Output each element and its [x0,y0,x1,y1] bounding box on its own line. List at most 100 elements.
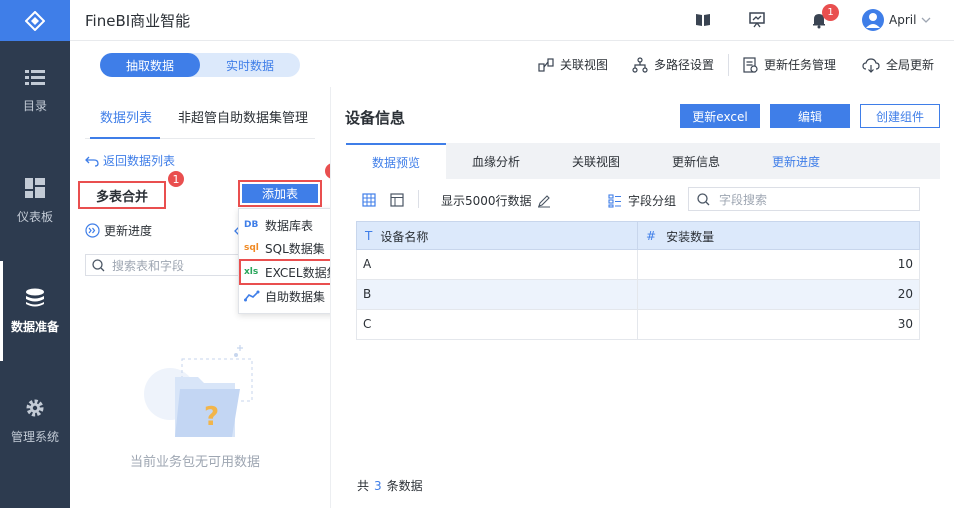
row-limit-selector[interactable]: 显示5000行数据 [441,192,551,209]
top-header: FineBI商业智能 1 April [70,0,954,41]
page-title: 设备信息 [345,109,406,127]
column-label: 安装数量 [666,229,715,244]
toolbar-divider [418,190,419,208]
create-component-button[interactable]: 创建组件 [860,104,940,128]
column-divider [637,250,638,279]
column-divider [637,280,638,309]
dataset-tabs: 数据预览 血缘分析 关联视图 更新信息 更新进度 [346,143,940,179]
footer-suffix: 条数据 [386,479,423,493]
column-divider [637,222,638,250]
mode-realtime-button[interactable]: 实时数据 [200,53,300,77]
cell-count: 30 [897,317,913,331]
database-icon [26,288,44,306]
grid-view-icon[interactable] [362,193,376,207]
list-icon [25,69,45,85]
menu-item-label: SQL数据集 [265,241,325,256]
footer-prefix: 共 [357,479,370,493]
avatar[interactable] [862,9,884,31]
sql-icon: sql [244,243,259,253]
step-marker-1: 1 [167,170,185,188]
chevron-down-icon[interactable] [920,14,932,26]
table-row[interactable]: C 30 [356,310,920,340]
edit-button[interactable]: 编辑 [770,104,850,128]
update-excel-button[interactable]: 更新excel [680,104,760,128]
nav-label: 目录 [22,98,47,113]
return-arrow-icon [85,156,99,167]
multipath-button[interactable]: 多路径设置 [632,56,714,73]
multipath-icon [632,56,648,73]
field-group-icon [608,193,621,208]
table-search-input[interactable]: 搜索表和字段 [85,254,240,276]
empty-folder-illustration: ? [144,345,253,437]
update-tasks-label: 更新任务管理 [764,58,837,72]
back-to-list-link[interactable]: 返回数据列表 [85,152,175,169]
data-mode-switch: 抽取数据 实时数据 [100,53,300,77]
field-search-placeholder: 字段搜索 [719,192,768,207]
user-name[interactable]: April [889,13,916,27]
relation-view-button[interactable]: 关联视图 [538,56,608,73]
nav-label: 管理系统 [10,429,59,444]
mode-extract-button[interactable]: 抽取数据 [100,53,200,77]
update-progress-label: 更新进度 [104,224,153,238]
field-group-button[interactable]: 字段分组 [608,192,676,209]
column-header-count[interactable]: # 安装数量 [646,222,714,250]
multipath-label: 多路径设置 [654,58,715,72]
tab-data-preview[interactable]: 数据预览 [346,143,446,179]
sub-toolbar: 抽取数据 实时数据 关联视图 多路径设置 更新任务管理 全局更新 [70,41,954,87]
global-update-button[interactable]: 全局更新 [862,56,934,73]
table-row[interactable]: A 10 [356,250,920,280]
nav-label: 仪表板 [16,209,53,224]
tab-relation-view[interactable]: 关联视图 [546,143,646,179]
table-row[interactable]: B 20 [356,280,920,310]
toolbar-divider [728,54,729,76]
user-icon [866,13,880,28]
cell-name: A [363,257,372,271]
book-icon[interactable] [694,11,712,29]
tab-update-progress[interactable]: 更新进度 [746,143,846,179]
merge-title: 多表合并 [78,181,166,209]
progress-icon [85,223,100,238]
menu-item-sql[interactable]: sql SQL数据集 [244,236,325,260]
nav-item-admin[interactable]: 管理系统 [0,366,70,476]
cloud-refresh-icon [862,57,880,73]
menu-item-label: 自助数据集 [265,289,326,304]
logo-icon [25,10,45,31]
tab-self-service[interactable]: 非超管自助数据集管理 [178,107,308,126]
row-count: 3 [374,478,382,493]
menu-item-db-table[interactable]: DB 数据库表 [244,213,313,237]
field-group-label: 字段分组 [628,194,677,208]
tab-lineage[interactable]: 血缘分析 [446,143,546,179]
empty-state-text: 当前业务包无可用数据 [130,455,261,470]
presentation-icon[interactable] [748,11,766,29]
update-tasks-button[interactable]: 更新任务管理 [742,56,836,73]
nav-item-data-prep[interactable]: 数据准备 [0,256,70,366]
app-title: FineBI商业智能 [85,12,191,30]
gear-icon [26,399,44,416]
nav-item-catalog[interactable]: 目录 [0,36,70,146]
nav-label: 数据准备 [10,319,59,334]
relation-view-label: 关联视图 [560,58,609,72]
cell-name: B [363,287,372,301]
number-type-icon: # [646,229,657,243]
search-icon [697,192,710,205]
left-nav: 目录 仪表板 数据准备 管理系统 [0,0,70,508]
tab-data-list[interactable]: 数据列表 [100,107,152,126]
global-update-label: 全局更新 [886,58,935,72]
cell-count: 20 [897,287,913,301]
self-service-icon [244,290,260,302]
dashboard-icon [25,177,45,198]
search-placeholder: 搜索表和字段 [112,258,185,273]
field-search-input[interactable]: 字段搜索 [688,187,920,211]
menu-item-self-service[interactable]: 自助数据集 [244,284,325,308]
nav-item-dashboard[interactable]: 仪表板 [0,146,70,256]
update-progress-button[interactable]: 更新进度 [85,222,152,239]
table-view-icon[interactable] [390,193,404,207]
add-table-button[interactable]: 添加表 [242,184,318,203]
tab-update-info[interactable]: 更新信息 [646,143,746,179]
cell-name: C [363,317,372,331]
menu-item-label: 数据库表 [265,218,314,233]
pencil-icon [537,194,550,208]
app-logo[interactable] [0,0,70,41]
column-header-name[interactable]: T 设备名称 [365,222,428,250]
table-header: T 设备名称 # 安装数量 [356,221,920,250]
